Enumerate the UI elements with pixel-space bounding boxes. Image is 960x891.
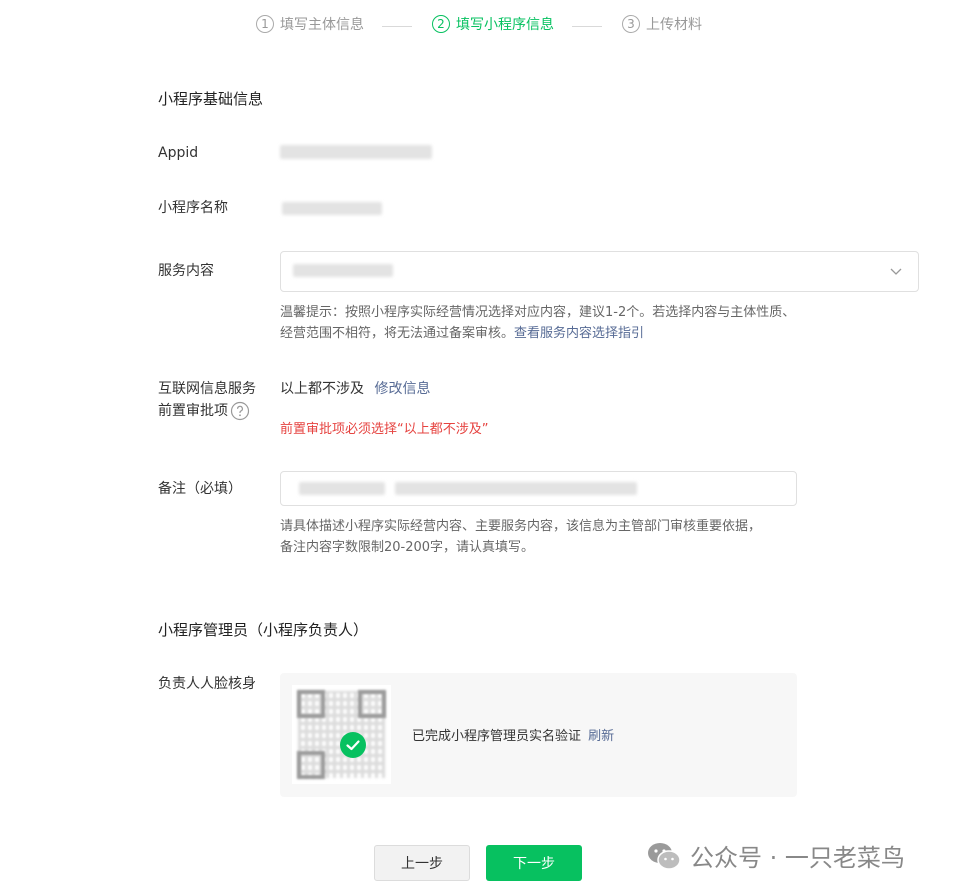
qr-finder [297, 751, 325, 779]
remark-value-redacted [299, 482, 385, 495]
step-2-number: 2 [432, 15, 450, 33]
service-value-redacted [293, 264, 393, 277]
service-content-select[interactable] [280, 251, 919, 292]
modify-info-link[interactable]: 修改信息 [374, 381, 430, 397]
step-3-label: 上传材料 [646, 17, 702, 33]
refresh-link[interactable]: 刷新 [588, 729, 614, 744]
verify-status-text: 已完成小程序管理员实名验证 [412, 729, 582, 744]
approval-label-line1: 互联网信息服务 [158, 381, 256, 397]
verify-status: 已完成小程序管理员实名验证 刷新 [412, 725, 614, 744]
remark-hint: 请具体描述小程序实际经营内容、主要服务内容，该信息为主管部门审核重要依据， 备注… [280, 516, 761, 558]
remark-hint-line1: 请具体描述小程序实际经营内容、主要服务内容，该信息为主管部门审核重要依据， [280, 519, 762, 534]
help-icon[interactable] [230, 401, 250, 421]
approval-error: 前置审批项必须选择“以上都不涉及” [280, 422, 489, 437]
step-3-number: 3 [622, 15, 640, 33]
admin-title: 小程序管理员（小程序负责人） [158, 621, 369, 639]
check-icon [340, 732, 366, 758]
approval-label: 互联网信息服务 前置审批项 [158, 378, 256, 422]
chevron-down-icon [890, 268, 902, 275]
step-1-number: 1 [256, 15, 274, 33]
stepper: 1 填写主体信息 2 填写小程序信息 3 上传材料 [0, 14, 960, 40]
step-divider [572, 26, 602, 27]
appid-label: Appid [158, 145, 199, 161]
qr-code [292, 685, 391, 784]
app-name-label: 小程序名称 [158, 200, 228, 216]
step-2: 2 填写小程序信息 [432, 14, 554, 34]
qr-finder [297, 690, 325, 718]
service-guide-link[interactable]: 查看服务内容选择指引 [514, 326, 644, 341]
app-name-redacted [282, 202, 382, 215]
approval-value-row: 以上都不涉及 修改信息 [280, 378, 430, 400]
watermark-text: 公众号 · 一只老菜鸟 [690, 844, 905, 872]
prev-step-button[interactable]: 上一步 [374, 845, 470, 881]
wechat-icon [648, 842, 681, 870]
remark-label: 备注（必填） [158, 481, 242, 497]
step-1-label: 填写主体信息 [280, 17, 364, 33]
service-hint: 温馨提示：按照小程序实际经营情况选择对应内容，建议1-2个。若选择内容与主体性质… [280, 302, 800, 344]
remark-value-redacted [395, 482, 637, 495]
next-step-button[interactable]: 下一步 [486, 845, 582, 881]
step-2-label: 填写小程序信息 [456, 17, 554, 33]
step-divider [382, 26, 412, 27]
approval-label-row2: 前置审批项 [158, 400, 256, 422]
face-verify-panel: 已完成小程序管理员实名验证 刷新 [280, 673, 797, 797]
remark-input[interactable] [280, 471, 797, 506]
appid-value-redacted [280, 145, 432, 159]
approval-value: 以上都不涉及 [280, 381, 364, 397]
face-verify-label: 负责人人脸核身 [158, 676, 256, 692]
qr-finder [358, 690, 386, 718]
basic-info-title: 小程序基础信息 [158, 90, 264, 108]
remark-hint-line2: 备注内容字数限制20-200字，请认真填写。 [280, 540, 535, 555]
approval-label-line2: 前置审批项 [158, 403, 228, 419]
service-content-label: 服务内容 [158, 263, 214, 279]
watermark: 公众号 · 一只老菜鸟 [646, 838, 905, 873]
step-1: 1 填写主体信息 [256, 14, 364, 34]
step-3: 3 上传材料 [622, 14, 702, 34]
